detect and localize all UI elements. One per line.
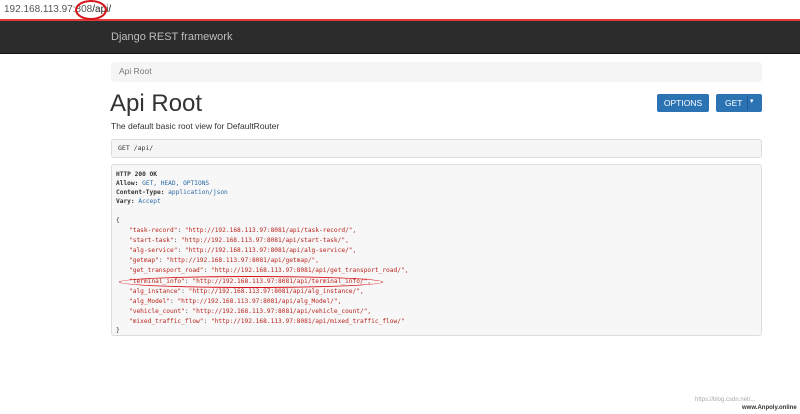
breadcrumb: Api Root: [111, 62, 762, 82]
json-link[interactable]: "http://192.168.113.97:8081/api/mixed_tr…: [211, 318, 405, 325]
browser-address-bar[interactable]: 192.168.113.97:808/api/: [0, 0, 800, 21]
json-link[interactable]: "http://192.168.113.97:8081/api/vehicle_…: [192, 308, 371, 315]
json-entry: "vehicle_count": "http://192.168.113.97:…: [129, 308, 372, 315]
request-line: GET /api/: [118, 144, 154, 152]
breadcrumb-item-api-root[interactable]: Api Root: [119, 66, 152, 76]
json-link[interactable]: "http://192.168.113.97:8081/api/task-rec…: [185, 227, 356, 234]
json-entry: "task-record": "http://192.168.113.97:80…: [129, 227, 357, 234]
json-entry: "mixed_traffic_flow": "http://192.168.11…: [129, 318, 405, 325]
json-link[interactable]: "http://192.168.113.97:8081/api/alg-serv…: [185, 247, 356, 254]
response-header-content-type: Content-Type: application/json: [116, 189, 228, 196]
navbar: Django REST framework: [0, 21, 800, 54]
json-open-brace: {: [116, 217, 120, 224]
response-header-vary: Vary: Accept: [116, 198, 161, 205]
json-entry: "start-task": "http://192.168.113.97:808…: [129, 237, 349, 244]
watermark-site: www.Anpoly.online: [742, 405, 797, 411]
json-link[interactable]: "http://192.168.113.97:8081/api/getmap/"…: [166, 257, 319, 264]
json-entry: "alg_instance": "http://192.168.113.97:8…: [129, 288, 364, 295]
watermark-url: https://blog.csdn.net/...: [695, 397, 756, 403]
page-description: The default basic root view for DefaultR…: [111, 121, 280, 131]
json-link[interactable]: "http://192.168.113.97:8081/api/alg_Mode…: [177, 298, 341, 305]
json-close-brace: }: [116, 327, 120, 334]
json-entry: "alg-service": "http://192.168.113.97:80…: [129, 247, 357, 254]
chevron-down-icon[interactable]: ▾: [750, 93, 754, 111]
json-entry: "getmap": "http://192.168.113.97:8081/ap…: [129, 257, 319, 264]
json-link[interactable]: "http://192.168.113.97:8081/api/alg_inst…: [189, 288, 364, 295]
json-link[interactable]: "http://192.168.113.97:8081/api/start-ta…: [181, 237, 349, 244]
get-button-label: GET: [725, 98, 743, 108]
response-status: HTTP 200 OK: [116, 171, 157, 178]
brand-link[interactable]: Django REST framework: [111, 31, 232, 43]
json-entry: "alg_Model": "http://192.168.113.97:8081…: [129, 298, 342, 305]
url-highlight-circle: [75, 0, 107, 20]
page-title: Api Root: [110, 90, 203, 117]
response-header-allow: Allow: GET, HEAD, OPTIONS: [116, 180, 210, 187]
json-entry: "get_transport_road": "http://192.168.11…: [129, 267, 409, 274]
json-link[interactable]: "http://192.168.113.97:8081/api/get_tran…: [211, 267, 408, 274]
terminal-info-highlight-ellipse: [119, 276, 383, 288]
options-button[interactable]: OPTIONS: [657, 94, 709, 112]
get-button[interactable]: GET ▾: [716, 94, 762, 112]
get-button-divider: [747, 96, 748, 110]
request-info: GET /api/: [111, 139, 762, 158]
